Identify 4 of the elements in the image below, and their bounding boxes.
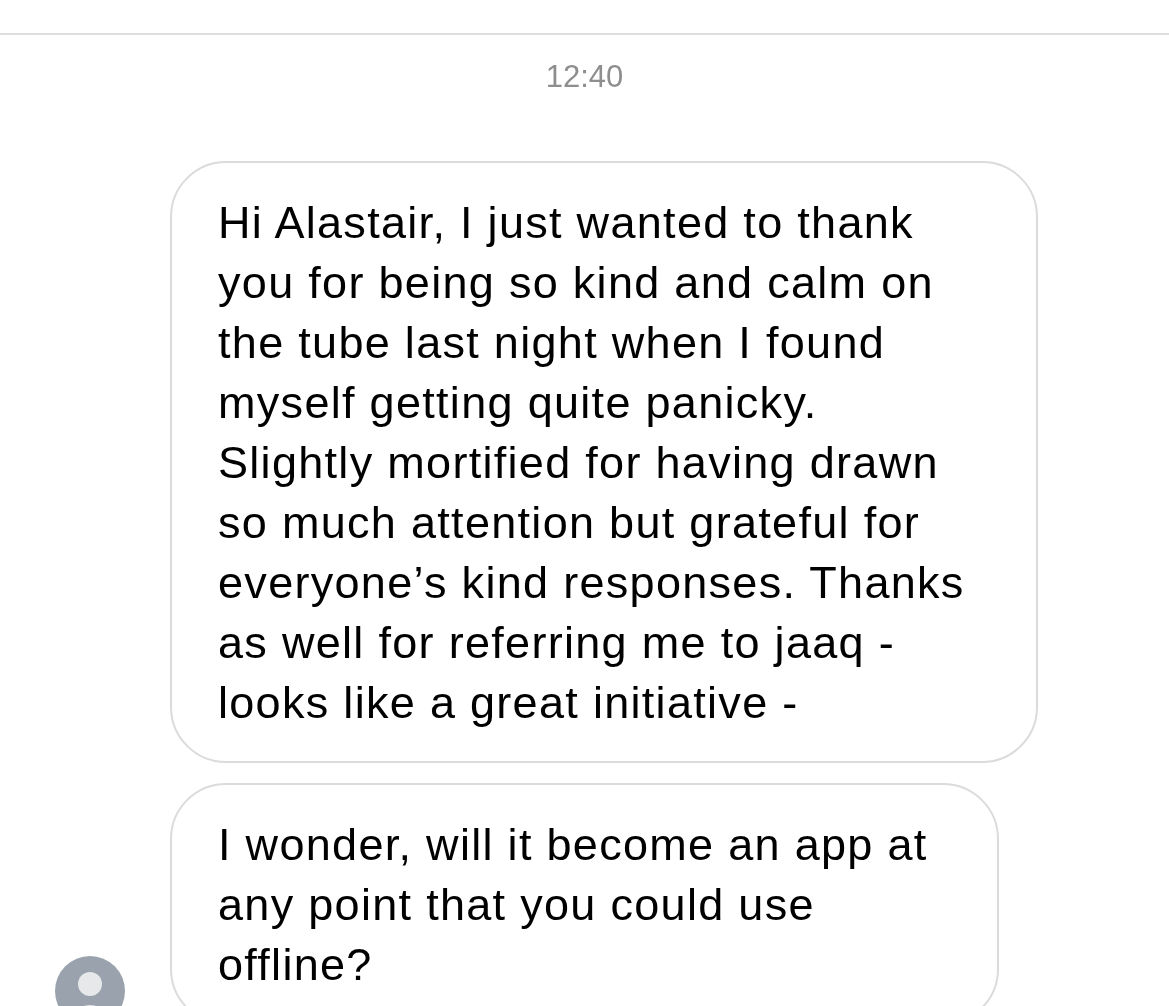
message-time: 12:40 — [544, 58, 625, 95]
message-bubble: Hi Alastair, I just wanted to thank you for being so kind and calm on the tube last night when I found myself getting quite panicky. Slightly mortified for having drawn so much attention but grateful for everyone’s kind responses. Thanks as well for referring me to jaaq - looks like a great initiative - — [170, 161, 1038, 763]
message-bubble: I wonder, will it become an app at any point that you could use offline? — [170, 783, 999, 1006]
avatar-icon[interactable] — [55, 956, 125, 1006]
